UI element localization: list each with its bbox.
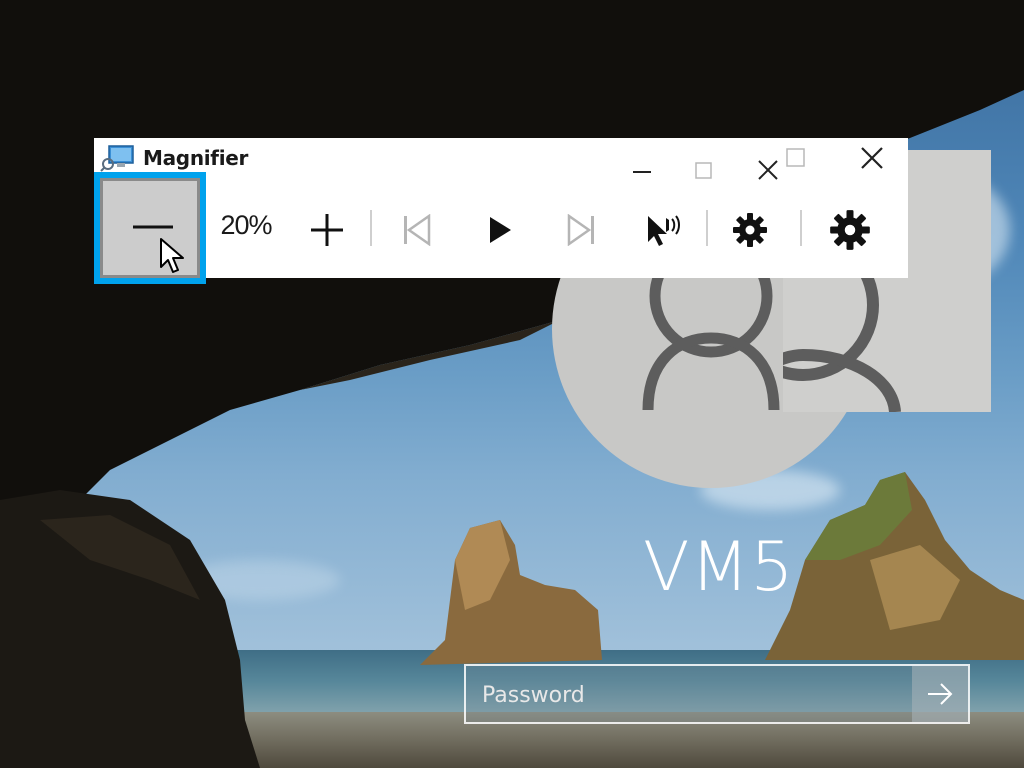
title-bar[interactable]: Magnifier: [94, 138, 908, 180]
read-from-pointer-icon: [648, 215, 680, 246]
password-field[interactable]: [464, 664, 970, 724]
settings-button[interactable]: [728, 208, 772, 252]
submit-button[interactable]: [912, 666, 968, 722]
close-icon: [758, 160, 778, 180]
zoom-level: 20%: [220, 210, 272, 240]
separator: [706, 210, 708, 246]
settings-button-magnified[interactable]: [826, 206, 874, 254]
mouse-cursor-icon: [160, 238, 184, 273]
zoom-out-button[interactable]: [94, 172, 206, 284]
plus-icon: [311, 214, 343, 246]
password-input[interactable]: [480, 666, 904, 724]
close-icon: [861, 147, 883, 169]
zoom-in-button[interactable]: [304, 208, 350, 252]
next-sentence-button[interactable]: [560, 208, 604, 252]
gear-icon: [830, 210, 870, 250]
skip-next-icon: [567, 214, 594, 246]
maximize-button-magnified[interactable]: [778, 144, 814, 172]
zoom-out-button-face[interactable]: [100, 178, 200, 278]
maximize-icon: [786, 148, 805, 167]
play-icon: [490, 217, 511, 243]
separator: [370, 210, 372, 246]
magnifier-app-icon: [100, 145, 134, 172]
machine-name: VM5: [643, 528, 795, 607]
close-button-magnified[interactable]: [852, 144, 892, 172]
window-title: Magnifier: [143, 146, 249, 170]
previous-sentence-button[interactable]: [394, 208, 438, 252]
skip-previous-icon: [404, 214, 431, 246]
play-button[interactable]: [478, 208, 522, 252]
magnifier-window: Magnifier 20%: [94, 138, 908, 284]
minimize-button[interactable]: [624, 156, 660, 184]
minus-icon: [133, 225, 173, 229]
gear-icon: [733, 213, 767, 247]
maximize-button[interactable]: [686, 156, 722, 184]
minimize-icon: [633, 171, 651, 173]
maximize-icon: [695, 162, 712, 179]
separator: [800, 210, 802, 246]
read-from-pointer-button[interactable]: [638, 206, 686, 254]
arrow-right-icon: [928, 683, 953, 705]
